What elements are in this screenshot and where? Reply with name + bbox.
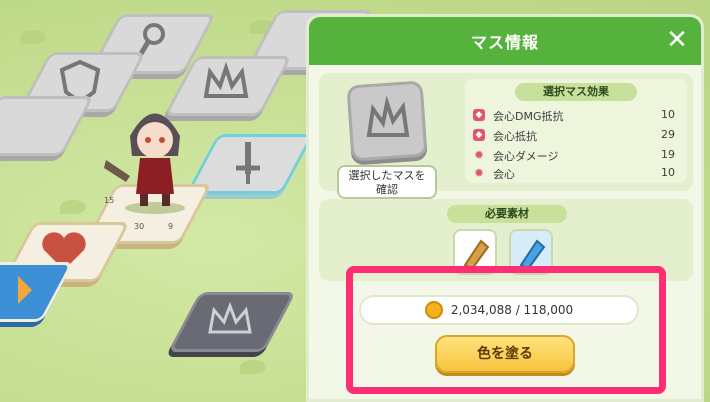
board-tile-arrow[interactable] [0, 258, 74, 330]
sword-icon [236, 142, 260, 184]
required-materials-section: 必要素材 [319, 199, 693, 281]
confirm-selected-tile-button[interactable]: 選択したマスを 確認 [337, 165, 437, 199]
cost-display: 2,034,088 / 118,000 [359, 295, 639, 325]
cost-text: 2,034,088 / 118,000 [450, 303, 574, 317]
tile-count-label: 15 [104, 196, 115, 205]
gold-crystal-icon [463, 239, 490, 271]
board-tile-dark[interactable] [168, 288, 296, 360]
materials-title: 必要素材 [447, 205, 567, 223]
leaf-decoration [60, 200, 86, 214]
flame-icon: ✹ [473, 166, 485, 180]
arrow-icon [18, 276, 32, 304]
leaf-decoration [20, 30, 46, 44]
crown-icon [366, 95, 410, 137]
effect-row: ✹ 会心 10 [473, 166, 675, 181]
shield-icon: ◆ [473, 109, 485, 121]
coin-icon [424, 301, 443, 319]
panel-header: マス情報 ✕ [309, 17, 701, 65]
effects-list: 選択マス効果 ◆ 会心DMG抵抗 10 ◆ 会心抵抗 29 ✹ 会心ダメージ 1… [465, 79, 687, 183]
shield-icon: ◆ [473, 129, 485, 141]
material-item-blue[interactable] [509, 229, 553, 275]
panel-title: マス情報 [470, 33, 539, 52]
leaf-decoration [240, 360, 266, 374]
crown-icon [208, 301, 252, 334]
material-item-gold[interactable] [453, 229, 497, 275]
selected-effect-section: 選択したマスを 確認 選択マス効果 ◆ 会心DMG抵抗 10 ◆ 会心抵抗 29… [319, 73, 693, 199]
tile-info-panel: マス情報 ✕ 選択したマスを 確認 選択マス効果 ◆ 会心DMG抵抗 10 ◆ … [306, 14, 704, 402]
tile-count-label: 30 [134, 222, 145, 231]
paint-button[interactable]: 色を塗る [435, 335, 575, 373]
selected-tile-preview [346, 80, 428, 162]
effect-row: ◆ 会心抵抗 29 [473, 127, 679, 145]
flame-icon: ✹ [473, 148, 485, 162]
blue-crystal-icon [519, 239, 546, 271]
tile-count-label: 9 [168, 222, 174, 231]
effect-row: ✹ 会心ダメージ 19 [473, 148, 675, 163]
character-sprite[interactable] [100, 96, 210, 216]
effects-title: 選択マス効果 [515, 83, 637, 101]
effect-row: ◆ 会心DMG抵抗 10 [473, 107, 679, 125]
close-icon[interactable]: ✕ [663, 26, 691, 54]
board-tile[interactable] [0, 92, 94, 164]
